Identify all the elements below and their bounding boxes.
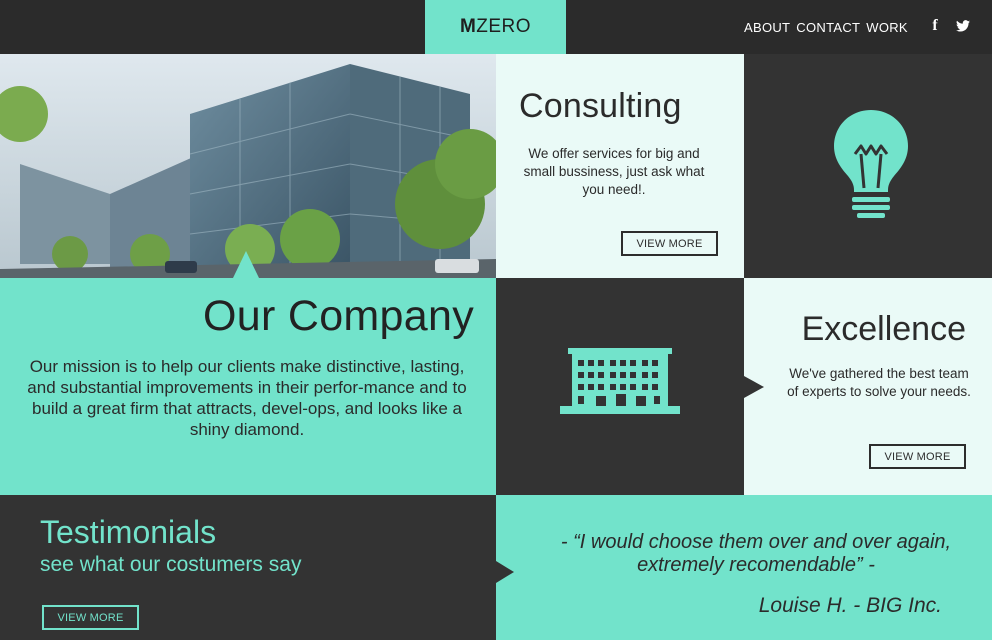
hero-building-photo [0, 54, 496, 278]
twitter-icon[interactable] [953, 16, 973, 36]
top-header: M ZERO ABOUT CONTACT WORK f [0, 0, 992, 54]
consulting-pointer [727, 144, 744, 166]
testimonial-quote-panel: - “I would choose them over and over aga… [496, 495, 992, 640]
testimonials-subtitle: see what our costumers say [40, 553, 302, 576]
logo-m: M [459, 16, 477, 37]
testimonials-panel: Testimonials see what our costumers say … [0, 495, 496, 640]
building-panel [496, 278, 744, 495]
office-building-icon [560, 348, 680, 414]
consulting-title: Consulting [519, 87, 682, 125]
nav-contact[interactable]: CONTACT [796, 20, 860, 35]
testimonials-title: Testimonials [40, 514, 217, 550]
testimonial-author: Louise H. - BIG Inc. [758, 594, 942, 617]
lightbulb-panel [744, 54, 992, 278]
lightbulb-icon [834, 110, 908, 218]
consulting-text: We offer services for big and small buss… [523, 146, 705, 197]
main-nav: ABOUT CONTACT WORK [744, 20, 908, 35]
excellence-panel: Excellence We've gathered the best team … [744, 278, 992, 495]
twitter-bird-glyph [956, 20, 970, 32]
excellence-title: Excellence [801, 310, 966, 348]
nav-about[interactable]: ABOUT [744, 20, 790, 35]
company-title: Our Company [203, 292, 474, 340]
logo[interactable]: M ZERO [425, 0, 566, 54]
consulting-view-more-button[interactable]: VIEW MORE [621, 231, 718, 256]
building-illustration [0, 54, 496, 278]
our-company-panel: Our Company Our mission is to help our c… [0, 278, 496, 495]
testimonials-view-more-button[interactable]: VIEW MORE [42, 605, 139, 630]
excellence-pointer [744, 376, 764, 398]
testimonial-pointer [496, 561, 514, 583]
facebook-icon[interactable]: f [925, 16, 945, 36]
consulting-panel: Consulting We offer services for big and… [496, 54, 744, 278]
logo-text: ZERO [476, 16, 532, 37]
hero-notch [233, 251, 259, 278]
company-text: Our mission is to help our clients make … [27, 357, 467, 439]
testimonial-quote: - “I would choose them over and over aga… [560, 531, 952, 576]
excellence-view-more-button[interactable]: VIEW MORE [869, 444, 966, 469]
nav-work[interactable]: WORK [866, 20, 908, 35]
excellence-text: We've gathered the best team of experts … [787, 366, 971, 399]
